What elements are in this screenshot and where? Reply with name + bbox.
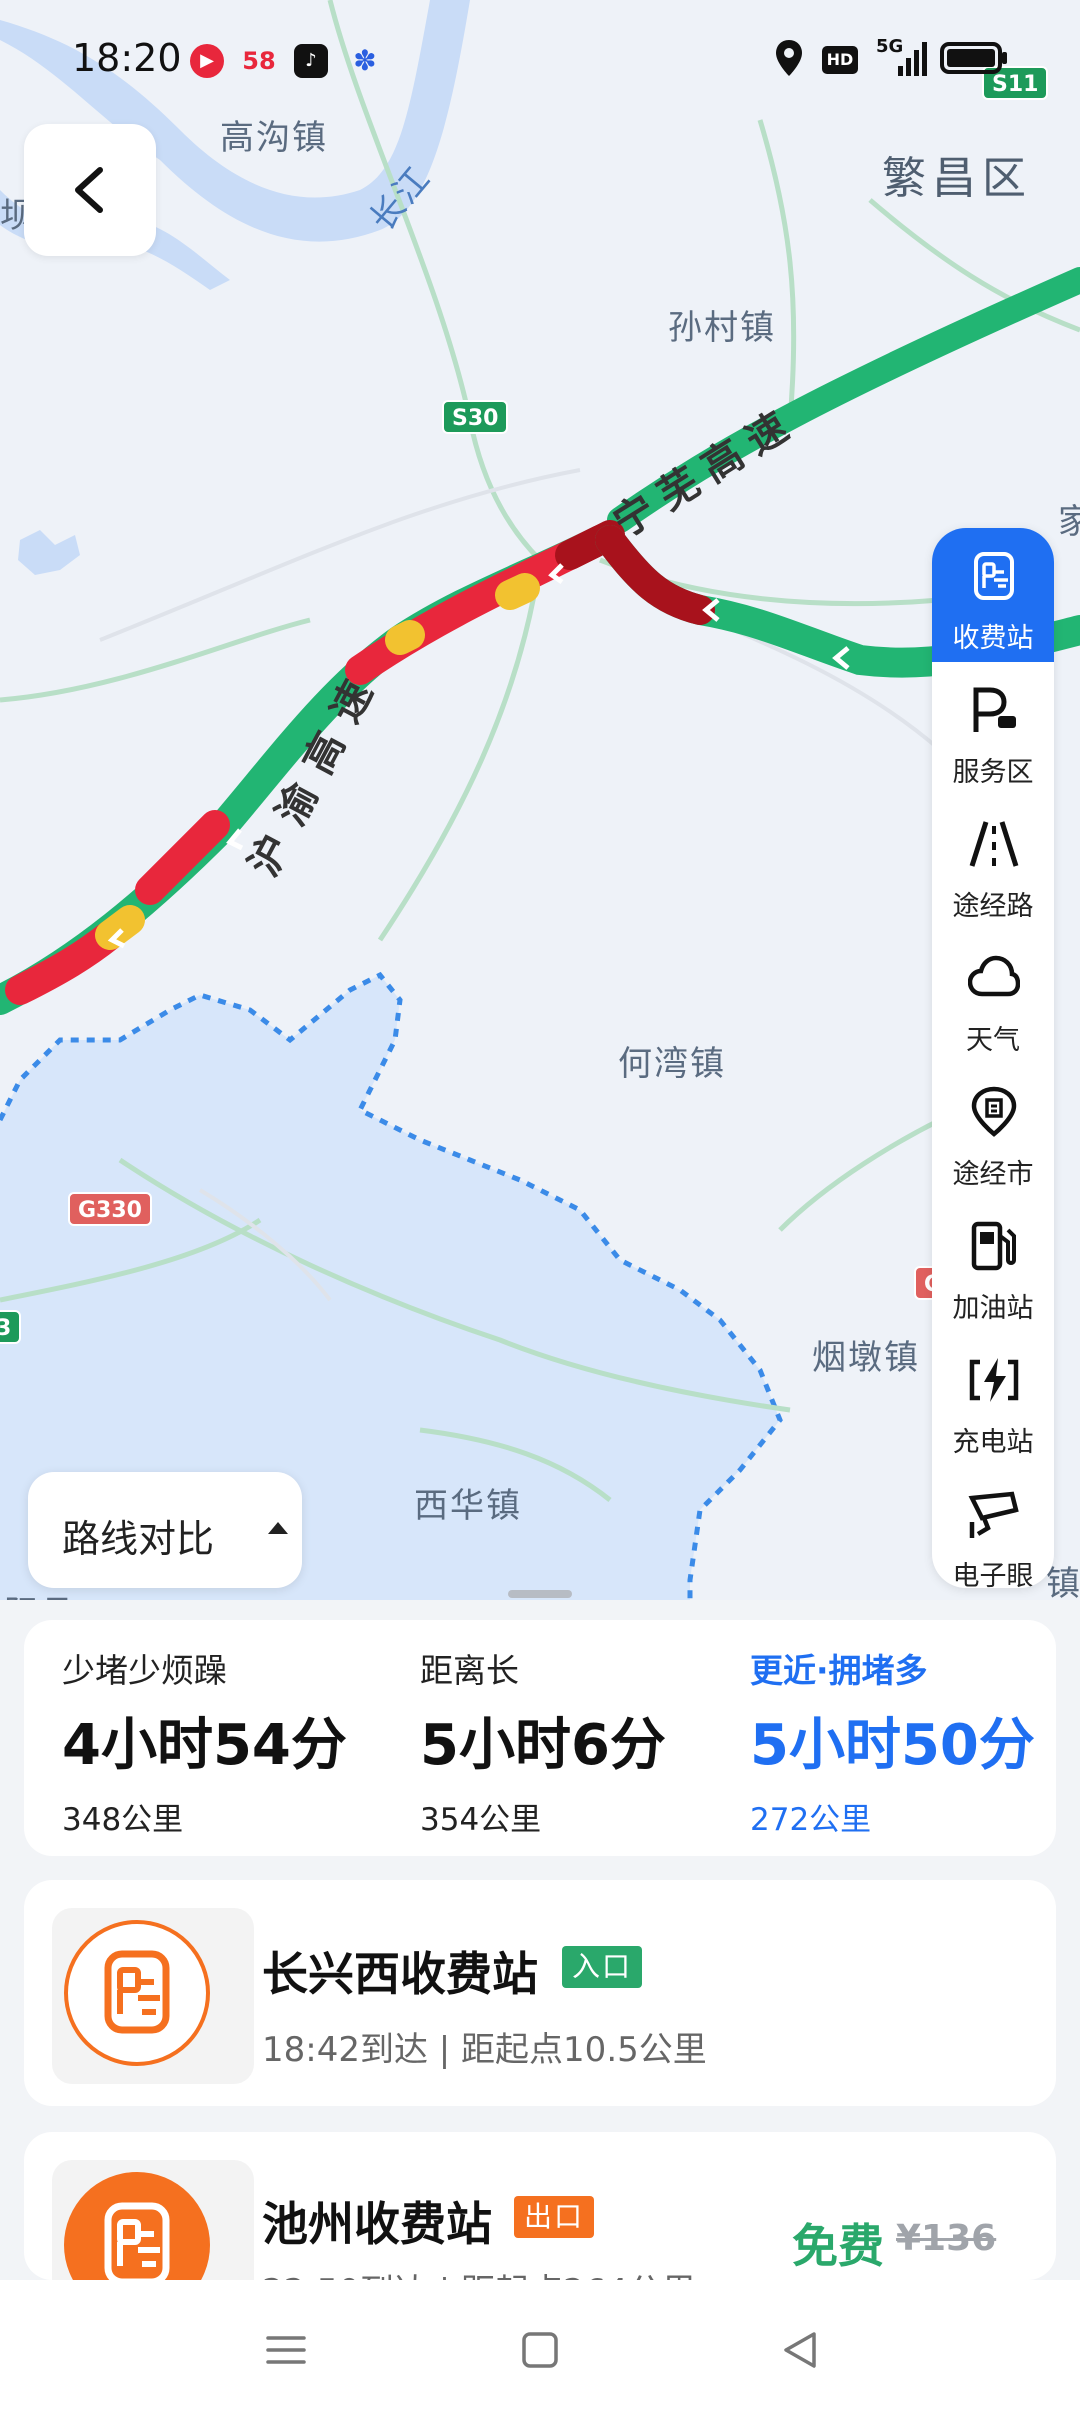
route-compare-label: 路线对比: [62, 1517, 215, 1561]
station-icon-circle: [64, 1920, 210, 2066]
road-shield-g330: G330: [68, 1192, 152, 1226]
sheet-drag-handle[interactable]: [508, 1590, 572, 1598]
tiktok-app-icon: ♪: [294, 44, 328, 78]
route-time: 5小时50分: [750, 1713, 1035, 1778]
route-time: 5小时6分: [420, 1713, 666, 1778]
cloud-icon: [968, 955, 1020, 997]
home-icon[interactable]: [510, 2320, 570, 2380]
road-shield-left: 3: [0, 1310, 22, 1344]
station-thumbnail: [52, 2160, 254, 2280]
route-tag: 距离长: [420, 1651, 519, 1690]
toll-fee-free: 免费: [792, 2219, 884, 2273]
system-nav-bar: [0, 2280, 1080, 2412]
camera-icon: [968, 1491, 1019, 1538]
video-app-icon: ▶: [190, 44, 224, 78]
station-name: 池州收费站: [262, 2197, 492, 2251]
map-view[interactable]: 高沟镇 繁昌区 孙村镇 何湾镇 烟墩镇 西华镇 阳县 家 坝 镇 长江 宁芜高速…: [0, 0, 1080, 1640]
route-option-1[interactable]: 少堵少烦躁 4小时54分 348公里: [24, 1620, 364, 1856]
tool-toll-station[interactable]: 收费站: [932, 528, 1054, 662]
tool-label: 收费站: [952, 623, 1034, 654]
toll-station-icon: [104, 1950, 170, 2034]
road-shield-s30: S30: [442, 400, 509, 434]
route-distance: 354公里: [420, 1802, 542, 1838]
city-pin-icon: [971, 1086, 1017, 1137]
station-thumbnail: [52, 1908, 254, 2084]
toll-station-icon: [104, 2202, 170, 2280]
place-label-fanchang: 繁昌区: [882, 153, 1032, 204]
station-meta: 22:50到达 | 距起点264公里: [262, 2264, 696, 2280]
menu-icon[interactable]: [256, 2320, 316, 2380]
tool-gas-station[interactable]: 加油站: [932, 1198, 1054, 1332]
back-button[interactable]: [24, 124, 156, 256]
tool-label: 途经路: [952, 891, 1034, 922]
58-app-icon: 58: [242, 47, 276, 75]
tool-route-roads[interactable]: 途经路: [932, 796, 1054, 930]
tool-speed-camera[interactable]: 电子眼: [932, 1466, 1054, 1588]
caret-up-icon: [268, 1522, 288, 1534]
chevron-left-icon: [75, 167, 103, 213]
lake: [18, 530, 80, 575]
map-canvas: [0, 0, 1080, 1640]
baidu-app-icon: ✽: [353, 44, 377, 77]
tool-label: 充电站: [952, 1427, 1034, 1458]
service-area-icon: [973, 687, 1016, 732]
tool-service-area[interactable]: 服务区: [932, 662, 1054, 796]
place-label-suncun: 孙村镇: [668, 308, 776, 348]
tool-panel: 收费站 服务区 途经路 天气 途经市 加油站 充电站 电子眼: [932, 528, 1054, 1588]
route-option-3[interactable]: 更近·拥堵多 5小时50分 272公里: [712, 1620, 1052, 1856]
route-tag: 少堵少烦躁: [62, 1651, 227, 1690]
status-bar: 18:20 ▶ 58 ♪ ✽ HD 5G: [0, 0, 1080, 120]
road-icon: [969, 821, 1019, 867]
route-distance: 272公里: [750, 1802, 872, 1838]
route-time: 4小时54分: [62, 1713, 347, 1778]
tool-charging-station[interactable]: 充电站: [932, 1332, 1054, 1466]
tool-label: 服务区: [952, 757, 1034, 788]
toll-fee-original: ¥136: [896, 2218, 997, 2259]
route-line: [0, 520, 1080, 1015]
tool-weather[interactable]: 天气: [932, 930, 1054, 1064]
charging-icon: [969, 1358, 1019, 1402]
route-compare-button[interactable]: 路线对比: [28, 1472, 302, 1588]
battery-icon: [940, 42, 1007, 74]
tool-label: 电子眼: [952, 1561, 1034, 1588]
place-label-jia: 家: [1058, 502, 1080, 542]
gas-pump-icon: [971, 1221, 1016, 1271]
route-option-2[interactable]: 距离长 5小时6分 354公里: [382, 1620, 722, 1856]
toll-station-card[interactable]: 池州收费站 出口 22:50到达 | 距起点264公里 免费 ¥136: [24, 2132, 1056, 2280]
station-meta: 18:42到达 | 距起点10.5公里: [262, 2030, 707, 2070]
status-time: 18:20: [72, 36, 182, 80]
station-name: 长兴西收费站: [262, 1947, 538, 2001]
entrance-badge: 入口: [562, 1946, 643, 1988]
tool-label: 加油站: [952, 1293, 1034, 1324]
hd-icon: HD: [822, 46, 858, 74]
route-tag: 更近·拥堵多: [750, 1651, 928, 1690]
tool-label: 天气: [966, 1025, 1020, 1056]
exit-badge: 出口: [514, 2196, 595, 2238]
back-nav-icon[interactable]: [770, 2320, 830, 2380]
place-label-hewan: 何湾镇: [618, 1044, 726, 1084]
place-label-xihua: 西华镇: [414, 1486, 522, 1526]
location-icon: [776, 40, 802, 76]
place-label-yandun: 烟墩镇: [812, 1338, 920, 1378]
tool-route-cities[interactable]: 途经市: [932, 1064, 1054, 1198]
toll-station-card[interactable]: 长兴西收费站 入口 18:42到达 | 距起点10.5公里: [24, 1880, 1056, 2106]
station-icon-circle: [64, 2172, 210, 2280]
toll-station-icon: [974, 552, 1014, 600]
5g-signal-icon: [898, 42, 927, 76]
route-distance: 348公里: [62, 1802, 184, 1838]
tool-label: 途经市: [952, 1159, 1034, 1190]
route-options: 少堵少烦躁 4小时54分 348公里 距离长 5小时6分 354公里 更近·拥堵…: [24, 1620, 1056, 1856]
